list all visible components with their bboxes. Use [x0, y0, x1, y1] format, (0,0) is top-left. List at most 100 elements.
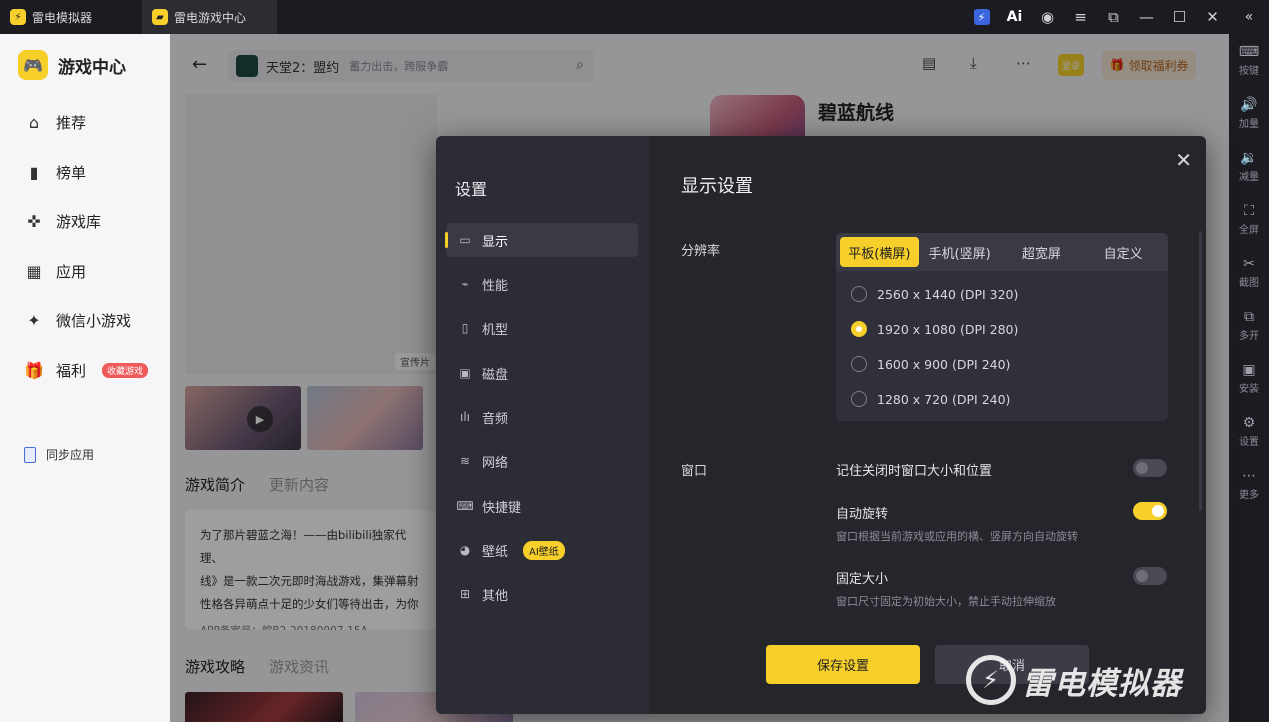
collapse-toolbar-button[interactable]: «	[1229, 0, 1269, 34]
settings-menu-performance[interactable]: ⌁ 性能	[446, 267, 638, 301]
resolution-option[interactable]: 2560 x 1440 (DPI 320)	[851, 286, 1018, 302]
sidebar-item-recommend[interactable]: ⌂ 推荐	[24, 112, 86, 133]
disk-icon: ▣	[459, 366, 471, 380]
resolution-option[interactable]: 1280 x 720 (DPI 240)	[851, 391, 1010, 407]
minimize-button[interactable]: —	[1130, 0, 1163, 34]
settings-panel: 显示设置 ✕ 分辨率 平板(横屏) 手机(竖屏) 超宽屏 自定义 2560 x …	[649, 136, 1206, 714]
toolbar-screenshot[interactable]: ✂ 截图	[1229, 246, 1269, 299]
settings-menu-other[interactable]: ⊞ 其他	[446, 577, 638, 611]
auto-rotate-toggle[interactable]	[1133, 502, 1167, 520]
audio-icon: ılı	[459, 410, 470, 424]
tab-ultrawide[interactable]: 超宽屏	[1001, 237, 1083, 267]
grid-icon: ⊞	[459, 587, 471, 601]
radio-button[interactable]	[851, 391, 867, 407]
apps-icon: ▦	[26, 262, 42, 281]
resolution-panel: 平板(横屏) 手机(竖屏) 超宽屏 自定义 2560 x 1440 (DPI 3…	[836, 233, 1168, 421]
tab-game-center[interactable]: ▰ 雷电游戏中心	[142, 0, 277, 34]
menu-label: 磁盘	[482, 367, 509, 383]
toolbar-volume-up[interactable]: 🔊 加量	[1229, 87, 1269, 140]
wifi-icon: ≋	[459, 454, 471, 468]
right-toolbar: « ⌨ 按键 🔊 加量 🔉 减量 ⛶ 全屏 ✂ 截图 ⧉ 多开 ▣ 安装 ⚙ 设置 ⋯ 更多	[1229, 0, 1269, 722]
settings-heading: 设置	[455, 180, 488, 199]
radio-button[interactable]	[851, 286, 867, 302]
resolution-option[interactable]: 1920 x 1080 (DPI 280)	[851, 321, 1018, 337]
option-label: 1600 x 900 (DPI 240)	[877, 356, 1011, 372]
palette-icon: ◕	[459, 543, 471, 557]
sidebar-item-label: 推荐	[56, 114, 87, 132]
settings-menu-display[interactable]: ▭ 显示	[445, 223, 638, 257]
tab-phone-portrait[interactable]: 手机(竖屏)	[919, 237, 1001, 267]
remember-window-toggle[interactable]	[1133, 459, 1167, 477]
sidebar-item-ranking[interactable]: ▮ 榜单	[24, 162, 86, 183]
option-label: 2560 x 1440 (DPI 320)	[877, 286, 1019, 302]
resolution-option[interactable]: 1600 x 900 (DPI 240)	[851, 356, 1010, 372]
scrollbar[interactable]	[1199, 231, 1202, 511]
tab-tablet-landscape[interactable]: 平板(横屏)	[840, 237, 919, 267]
bolt-button[interactable]: ⚡	[965, 0, 998, 34]
monitor-icon: ▭	[459, 233, 471, 247]
tab-label: 雷电游戏中心	[174, 10, 247, 25]
close-icon: ✕	[1206, 8, 1219, 26]
home-icon: ⌂	[28, 113, 40, 132]
wechat-game-icon: ✦	[27, 311, 41, 330]
pin-icon: ⧉	[1108, 8, 1119, 26]
tab-emulator[interactable]: ⚡ 雷电模拟器	[0, 0, 142, 34]
settings-menu-model[interactable]: ▯ 机型	[446, 311, 638, 345]
close-window-button[interactable]: ✕	[1196, 0, 1229, 34]
settings-menu-audio[interactable]: ılı 音频	[446, 400, 638, 434]
settings-menu-hotkeys[interactable]: ⌨ 快捷键	[446, 489, 638, 523]
sidebar-item-label: 微信小游戏	[56, 312, 132, 330]
toolbar-install[interactable]: ▣ 安装	[1229, 352, 1269, 405]
toolbar-more[interactable]: ⋯ 更多	[1229, 458, 1269, 511]
performance-icon: ⌁	[461, 277, 469, 291]
title-bar: ⚡ 雷电模拟器 ▰ 雷电游戏中心 ⚡ Ai ◉ ≡ ⧉ — ☐ ✕	[0, 0, 1269, 34]
toolbar-fullscreen[interactable]: ⛶ 全屏	[1229, 193, 1269, 246]
sidebar-item-welfare[interactable]: 🎁 福利 收藏游戏	[24, 360, 149, 381]
sync-apps-link[interactable]: 同步应用	[24, 446, 94, 463]
menu-label: 快捷键	[482, 500, 522, 516]
gear-icon: ⚙	[1242, 414, 1256, 431]
multi-instance-icon: ⧉	[1244, 308, 1254, 325]
settings-menu-network[interactable]: ≋ 网络	[446, 444, 638, 478]
minimize-icon: —	[1139, 8, 1154, 26]
toolbar-label: 截图	[1239, 277, 1259, 289]
sidebar-item-apps[interactable]: ▦ 应用	[24, 261, 86, 282]
settings-dialog: 设置 ▭ 显示 ⌁ 性能 ▯ 机型 ▣ 磁盘 ılı 音频 ≋ 网络 ⌨ 快捷键 ◕ 壁纸 AI壁…	[436, 136, 1206, 714]
brand-title: 游戏中心	[58, 57, 126, 78]
toggle-label: 固定大小	[836, 572, 889, 587]
radio-button[interactable]	[851, 356, 867, 372]
toggle-label: 自动旋转	[836, 507, 889, 522]
radio-button-selected[interactable]	[851, 321, 867, 337]
window-controls: ⚡ Ai ◉ ≡ ⧉ — ☐ ✕	[965, 0, 1229, 34]
toolbar-label: 更多	[1239, 489, 1259, 501]
hamburger-icon: ≡	[1074, 8, 1087, 26]
tab-custom[interactable]: 自定义	[1082, 237, 1164, 267]
toolbar-multi[interactable]: ⧉ 多开	[1229, 299, 1269, 352]
maximize-button[interactable]: ☐	[1163, 0, 1196, 34]
account-button[interactable]: ◉	[1031, 0, 1064, 34]
toolbar-label: 减量	[1239, 171, 1259, 183]
toolbar-keymap[interactable]: ⌨ 按键	[1229, 34, 1269, 87]
toggle-label: 记住关闭时窗口大小和位置	[836, 464, 993, 479]
menu-label: 性能	[482, 278, 509, 294]
ai-button[interactable]: Ai	[998, 0, 1031, 34]
scissors-icon: ✂	[1243, 255, 1255, 272]
restore-button[interactable]: ⧉	[1097, 0, 1130, 34]
settings-menu-disk[interactable]: ▣ 磁盘	[446, 356, 638, 390]
fixed-size-toggle[interactable]	[1133, 567, 1167, 585]
toolbar-volume-down[interactable]: 🔉 减量	[1229, 140, 1269, 193]
settings-menu-wallpaper[interactable]: ◕ 壁纸 AI壁纸	[446, 533, 638, 567]
option-label: 1280 x 720 (DPI 240)	[877, 391, 1011, 407]
save-button[interactable]: 保存设置	[766, 645, 920, 684]
menu-label: 音频	[482, 411, 509, 427]
sidebar-item-wechat-games[interactable]: ✦ 微信小游戏	[24, 310, 131, 331]
sidebar-item-label: 游戏库	[56, 213, 102, 231]
phone-icon: ▯	[461, 321, 469, 335]
toggle-description: 窗口根据当前游戏或应用的横、竖屏方向自动旋转	[836, 530, 1078, 543]
close-icon[interactable]: ✕	[1175, 148, 1192, 172]
menu-label: 显示	[482, 234, 509, 250]
toolbar-label: 安装	[1239, 383, 1259, 395]
menu-button[interactable]: ≡	[1064, 0, 1097, 34]
sidebar-item-library[interactable]: ✜ 游戏库	[24, 211, 101, 232]
toolbar-settings[interactable]: ⚙ 设置	[1229, 405, 1269, 458]
